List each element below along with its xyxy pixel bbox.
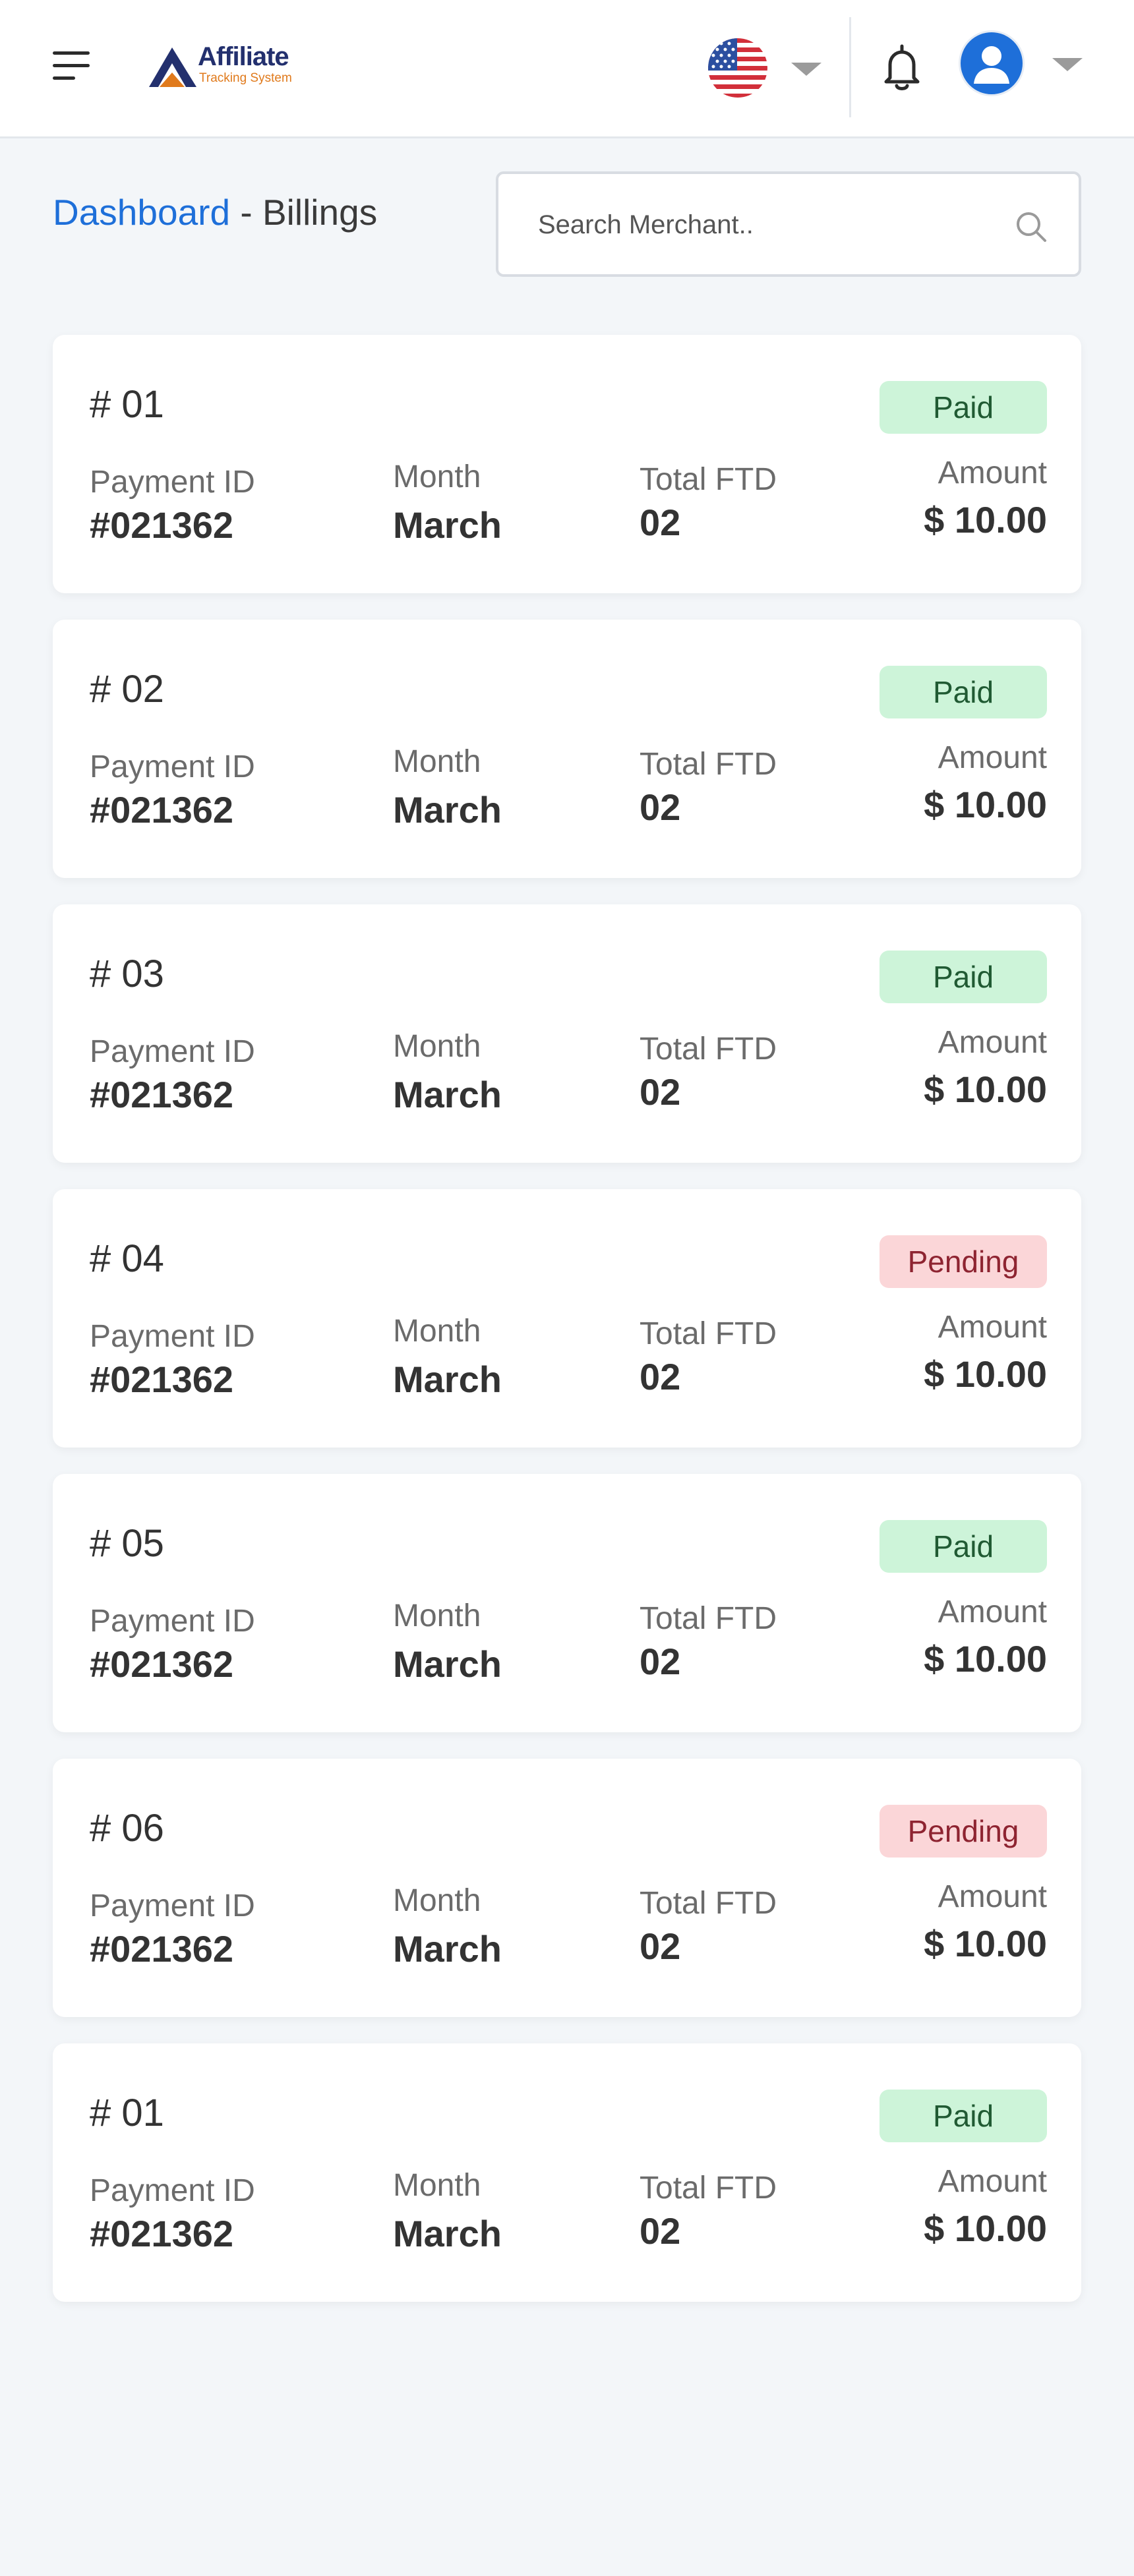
- payment-id-value: #021362: [90, 1074, 234, 1115]
- total-ftd-value: 02: [640, 2210, 681, 2252]
- billing-number: # 03: [90, 952, 164, 995]
- amount-value: $ 10.00: [924, 1923, 1047, 1964]
- payment-id-value: #021362: [90, 1643, 234, 1685]
- status-badge: Paid: [880, 951, 1047, 1003]
- status-badge: Paid: [880, 381, 1047, 434]
- month-value: March: [393, 1074, 502, 1115]
- billing-number: # 04: [90, 1237, 164, 1280]
- total-ftd-label: Total FTD: [640, 1316, 777, 1351]
- app-logo[interactable]: Affiliate Tracking System: [149, 41, 307, 91]
- amount-label: Amount: [938, 740, 1047, 775]
- total-ftd-value: 02: [640, 1071, 681, 1113]
- breadcrumb-current: Billings: [262, 192, 378, 233]
- amount-value: $ 10.00: [924, 1638, 1047, 1680]
- payment-id-label: Payment ID: [90, 1888, 255, 1923]
- status-badge: Paid: [880, 2090, 1047, 2142]
- payment-id-value: #021362: [90, 2213, 234, 2254]
- month-value: March: [393, 1359, 502, 1400]
- billing-card[interactable]: # 05 Paid Payment ID #021362 Month March Total…: [53, 1474, 1081, 1732]
- status-badge: Pending: [880, 1235, 1047, 1288]
- total-ftd-label: Total FTD: [640, 1032, 777, 1067]
- month-label: Month: [393, 1598, 481, 1633]
- billing-card[interactable]: # 06 Pending Payment ID #021362 Month March To…: [53, 1759, 1081, 2017]
- logo-mark-icon: [149, 47, 196, 87]
- billing-number: # 01: [90, 2092, 164, 2134]
- amount-value: $ 10.00: [924, 784, 1047, 825]
- status-badge: Paid: [880, 666, 1047, 718]
- payment-id-label: Payment ID: [90, 465, 255, 500]
- amount-value: $ 10.00: [924, 2208, 1047, 2249]
- amount-label: Amount: [938, 455, 1047, 490]
- payment-id-label: Payment ID: [90, 2173, 255, 2208]
- amount-value: $ 10.00: [924, 499, 1047, 541]
- billing-card[interactable]: # 03 Paid Payment ID #021362 Month March Total…: [53, 904, 1081, 1163]
- total-ftd-value: 02: [640, 502, 681, 543]
- language-chevron-down-icon[interactable]: [791, 63, 821, 76]
- search-box: [496, 171, 1081, 277]
- payment-id-label: Payment ID: [90, 1604, 255, 1639]
- month-label: Month: [393, 1314, 481, 1349]
- amount-value: $ 10.00: [924, 1353, 1047, 1395]
- header-divider: [849, 17, 851, 117]
- month-value: March: [393, 2213, 502, 2254]
- billing-card[interactable]: # 01 Paid Payment ID #021362 Month March Total…: [53, 2043, 1081, 2302]
- us-flag-icon[interactable]: [708, 38, 767, 98]
- total-ftd-label: Total FTD: [640, 1886, 777, 1921]
- amount-label: Amount: [938, 1879, 1047, 1914]
- amount-value: $ 10.00: [924, 1068, 1047, 1110]
- total-ftd-label: Total FTD: [640, 747, 777, 782]
- status-badge: Pending: [880, 1805, 1047, 1858]
- total-ftd-value: 02: [640, 1925, 681, 1967]
- billing-number: # 05: [90, 1522, 164, 1565]
- month-label: Month: [393, 744, 481, 779]
- month-label: Month: [393, 459, 481, 494]
- total-ftd-value: 02: [640, 1641, 681, 1682]
- hamburger-menu-icon[interactable]: [53, 51, 90, 80]
- month-value: March: [393, 1643, 502, 1685]
- amount-label: Amount: [938, 1310, 1047, 1345]
- search-merchant-input[interactable]: [538, 203, 986, 247]
- billing-number: # 01: [90, 383, 164, 426]
- search-icon[interactable]: [1013, 208, 1050, 245]
- payment-id-label: Payment ID: [90, 1319, 255, 1354]
- month-label: Month: [393, 1883, 481, 1918]
- billing-number: # 02: [90, 668, 164, 711]
- total-ftd-value: 02: [640, 1356, 681, 1397]
- user-avatar-icon[interactable]: [959, 30, 1025, 96]
- breadcrumb-separator: -: [230, 192, 262, 233]
- total-ftd-label: Total FTD: [640, 2171, 777, 2206]
- total-ftd-label: Total FTD: [640, 462, 777, 497]
- payment-id-value: #021362: [90, 1359, 234, 1400]
- billing-card[interactable]: # 04 Pending Payment ID #021362 Month March To…: [53, 1189, 1081, 1448]
- status-badge: Paid: [880, 1520, 1047, 1573]
- amount-label: Amount: [938, 2164, 1047, 2199]
- month-value: March: [393, 504, 502, 546]
- month-label: Month: [393, 1029, 481, 1064]
- breadcrumb: Dashboard - Billings: [53, 191, 377, 233]
- logo-subtitle: Tracking System: [199, 71, 292, 85]
- amount-label: Amount: [938, 1595, 1047, 1629]
- logo-title: Affiliate: [198, 42, 289, 71]
- top-header: Affiliate Tracking System: [0, 0, 1134, 138]
- total-ftd-value: 02: [640, 786, 681, 828]
- payment-id-label: Payment ID: [90, 1034, 255, 1069]
- bell-icon[interactable]: [876, 41, 928, 94]
- billing-number: # 06: [90, 1807, 164, 1850]
- total-ftd-label: Total FTD: [640, 1601, 777, 1636]
- month-value: March: [393, 1928, 502, 1970]
- breadcrumb-dashboard-link[interactable]: Dashboard: [53, 192, 230, 233]
- payment-id-value: #021362: [90, 504, 234, 546]
- payment-id-value: #021362: [90, 789, 234, 831]
- amount-label: Amount: [938, 1025, 1047, 1060]
- user-menu-chevron-down-icon[interactable]: [1052, 58, 1083, 71]
- month-value: March: [393, 789, 502, 831]
- payment-id-value: #021362: [90, 1928, 234, 1970]
- billing-card[interactable]: # 01 Paid Payment ID #021362 Month March Total…: [53, 335, 1081, 593]
- payment-id-label: Payment ID: [90, 749, 255, 784]
- month-label: Month: [393, 2168, 481, 2203]
- billing-card[interactable]: # 02 Paid Payment ID #021362 Month March Total…: [53, 620, 1081, 878]
